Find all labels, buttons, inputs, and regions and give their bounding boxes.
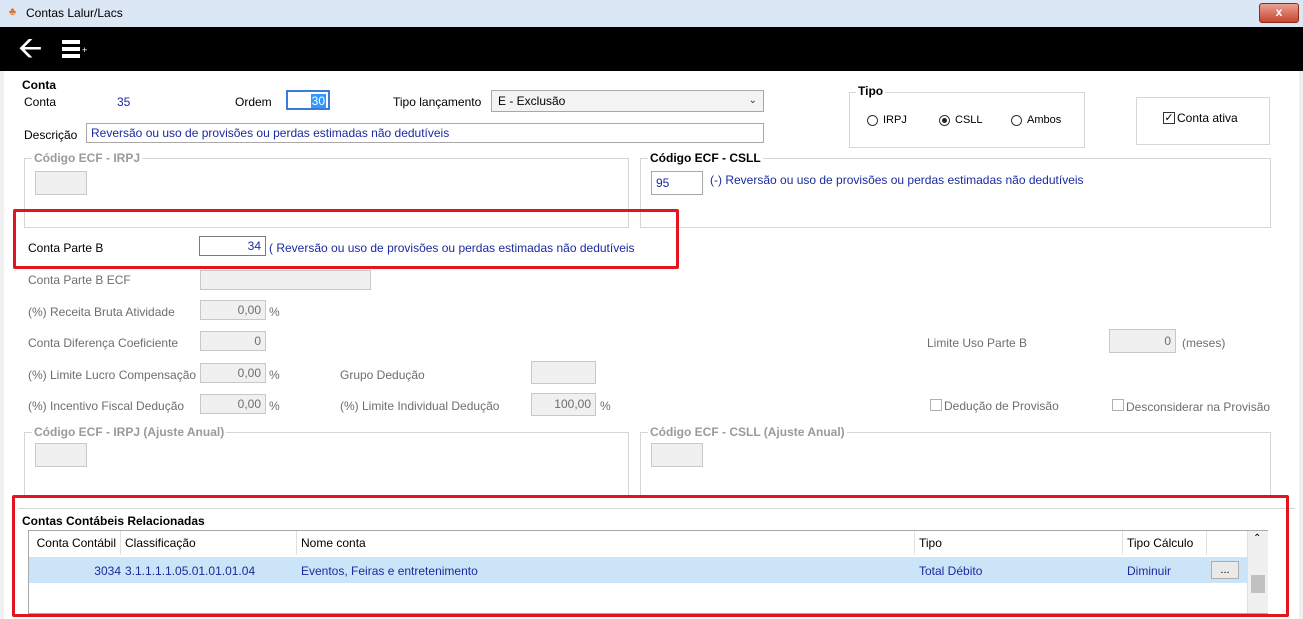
ecf-irpj-title: Código ECF - IRPJ: [32, 151, 142, 165]
receita-bruta-percent: %: [269, 305, 280, 319]
ecf-irpj-anual-title: Código ECF - IRPJ (Ajuste Anual): [32, 425, 227, 439]
row-classificacao: 3.1.1.1.1.05.01.01.01.04: [125, 564, 256, 578]
conta-ativa-checkbox[interactable]: ✓: [1163, 112, 1175, 124]
incentivo-label: (%) Incentivo Fiscal Dedução: [28, 399, 185, 413]
ecf-csll-group: [640, 158, 1271, 228]
radio-csll[interactable]: [939, 115, 950, 126]
ecf-irpj-input[interactable]: [35, 171, 87, 195]
limite-uso-label: Limite Uso Parte B: [927, 336, 1028, 350]
limite-lucro-percent: %: [269, 368, 280, 382]
conta-parte-b-label: Conta Parte B: [28, 241, 104, 255]
ecf-csll-input[interactable]: 95: [651, 171, 703, 195]
deducao-provisao-label: Dedução de Provisão: [944, 399, 1059, 413]
title-bar: ♣ Contas Lalur/Lacs x: [0, 0, 1303, 28]
limite-lucro-label: (%) Limite Lucro Compensação: [28, 368, 197, 382]
conta-value: 35: [117, 95, 131, 109]
grupo-deducao-label: Grupo Dedução: [340, 368, 425, 382]
limite-indiv-percent: %: [600, 399, 611, 413]
ecf-csll-anual-title: Código ECF - CSLL (Ajuste Anual): [648, 425, 847, 439]
tipo-lancamento-select[interactable]: E - Exclusão ⌄: [491, 90, 764, 112]
limite-indiv-input[interactable]: 100,00: [531, 393, 596, 416]
row-nome: Eventos, Feiras e entretenimento: [301, 564, 478, 578]
deducao-provisao-checkbox[interactable]: [930, 399, 942, 411]
app-icon: ♣: [8, 6, 17, 18]
arrow-left-icon[interactable]: 🡨: [18, 29, 42, 69]
limite-uso-input[interactable]: 0: [1109, 329, 1176, 353]
conta-ativa-label: Conta ativa: [1177, 111, 1238, 125]
grid-scrollbar[interactable]: ⌃: [1247, 531, 1268, 613]
radio-ambos-label: Ambos: [1027, 114, 1062, 126]
tipo-lancamento-value: E - Exclusão: [498, 94, 566, 108]
col-tipo-calculo[interactable]: Tipo Cálculo: [1123, 531, 1207, 555]
ordem-input[interactable]: 30: [286, 90, 330, 110]
scroll-thumb[interactable]: [1251, 575, 1265, 593]
limite-lucro-input[interactable]: 0,00: [200, 363, 266, 383]
relacionadas-grid: Conta Contábil Classificação Nome conta …: [28, 530, 1268, 614]
toolbar: 🡨 +: [0, 27, 1303, 71]
dif-coef-label: Conta Diferença Coeficiente: [28, 336, 179, 350]
section-conta-title: Conta: [22, 78, 56, 92]
row-details-button[interactable]: ...: [1211, 561, 1239, 579]
conta-label: Conta: [24, 95, 57, 109]
window-title: Contas Lalur/Lacs: [26, 6, 123, 20]
ecf-csll-title: Código ECF - CSLL: [648, 151, 763, 165]
close-icon: x: [1275, 5, 1283, 19]
row-conta: 3034: [94, 564, 121, 578]
ecf-irpj-anual-input[interactable]: [35, 443, 87, 467]
row-calculo: Diminuir: [1127, 564, 1172, 578]
ecf-irpj-anual-group: [24, 432, 629, 498]
conta-parte-b-input[interactable]: 34: [199, 236, 266, 256]
relacionadas-title: Contas Contábeis Relacionadas: [22, 514, 205, 528]
ecf-csll-desc: (-) Reversão ou uso de provisões ou perd…: [710, 173, 1084, 187]
radio-csll-label: CSLL: [955, 114, 983, 126]
table-row[interactable]: 3034 3.1.1.1.1.05.01.01.01.04 Eventos, F…: [29, 557, 1247, 583]
col-tipo[interactable]: Tipo: [915, 531, 1123, 555]
radio-irpj-label: IRPJ: [883, 114, 907, 126]
radio-irpj[interactable]: [867, 115, 878, 126]
incentivo-input[interactable]: 0,00: [200, 394, 266, 414]
desconsiderar-checkbox[interactable]: [1112, 399, 1124, 411]
receita-bruta-label: (%) Receita Bruta Atividade: [28, 305, 175, 319]
col-conta-contabil[interactable]: Conta Contábil: [29, 531, 121, 555]
highlight-parte-b: [13, 209, 679, 269]
ecf-csll-anual-input[interactable]: [651, 443, 703, 467]
conta-parte-b-desc: ( Reversão ou uso de provisões ou perdas…: [269, 241, 635, 255]
limite-uso-meses: (meses): [1182, 336, 1226, 350]
parte-b-ecf-input[interactable]: [200, 270, 371, 290]
list-plus-icon[interactable]: +: [62, 37, 87, 61]
close-button[interactable]: x: [1259, 3, 1299, 23]
col-classificacao[interactable]: Classificação: [121, 531, 297, 555]
ordem-label: Ordem: [235, 95, 272, 109]
col-nome-conta[interactable]: Nome conta: [297, 531, 915, 555]
ecf-csll-anual-group: [640, 432, 1271, 498]
descricao-input[interactable]: Reversão ou uso de provisões ou perdas e…: [86, 123, 764, 143]
tipo-lancamento-label: Tipo lançamento: [393, 95, 482, 109]
chevron-down-icon: ⌄: [748, 95, 757, 106]
grupo-deducao-input[interactable]: [531, 361, 596, 384]
incentivo-percent: %: [269, 399, 280, 413]
desconsiderar-label: Desconsiderar na Provisão: [1126, 400, 1271, 414]
tipo-title: Tipo: [856, 84, 886, 98]
parte-b-ecf-label: Conta Parte B ECF: [28, 273, 131, 287]
radio-ambos[interactable]: [1011, 115, 1022, 126]
receita-bruta-input[interactable]: 0,00: [200, 300, 266, 320]
limite-indiv-label: (%) Limite Individual Dedução: [340, 399, 500, 413]
row-tipo: Total Débito: [919, 564, 983, 578]
descricao-label: Descrição: [24, 128, 78, 142]
chevron-up-icon[interactable]: ⌃: [1253, 533, 1261, 544]
dif-coef-input[interactable]: 0: [200, 331, 266, 351]
